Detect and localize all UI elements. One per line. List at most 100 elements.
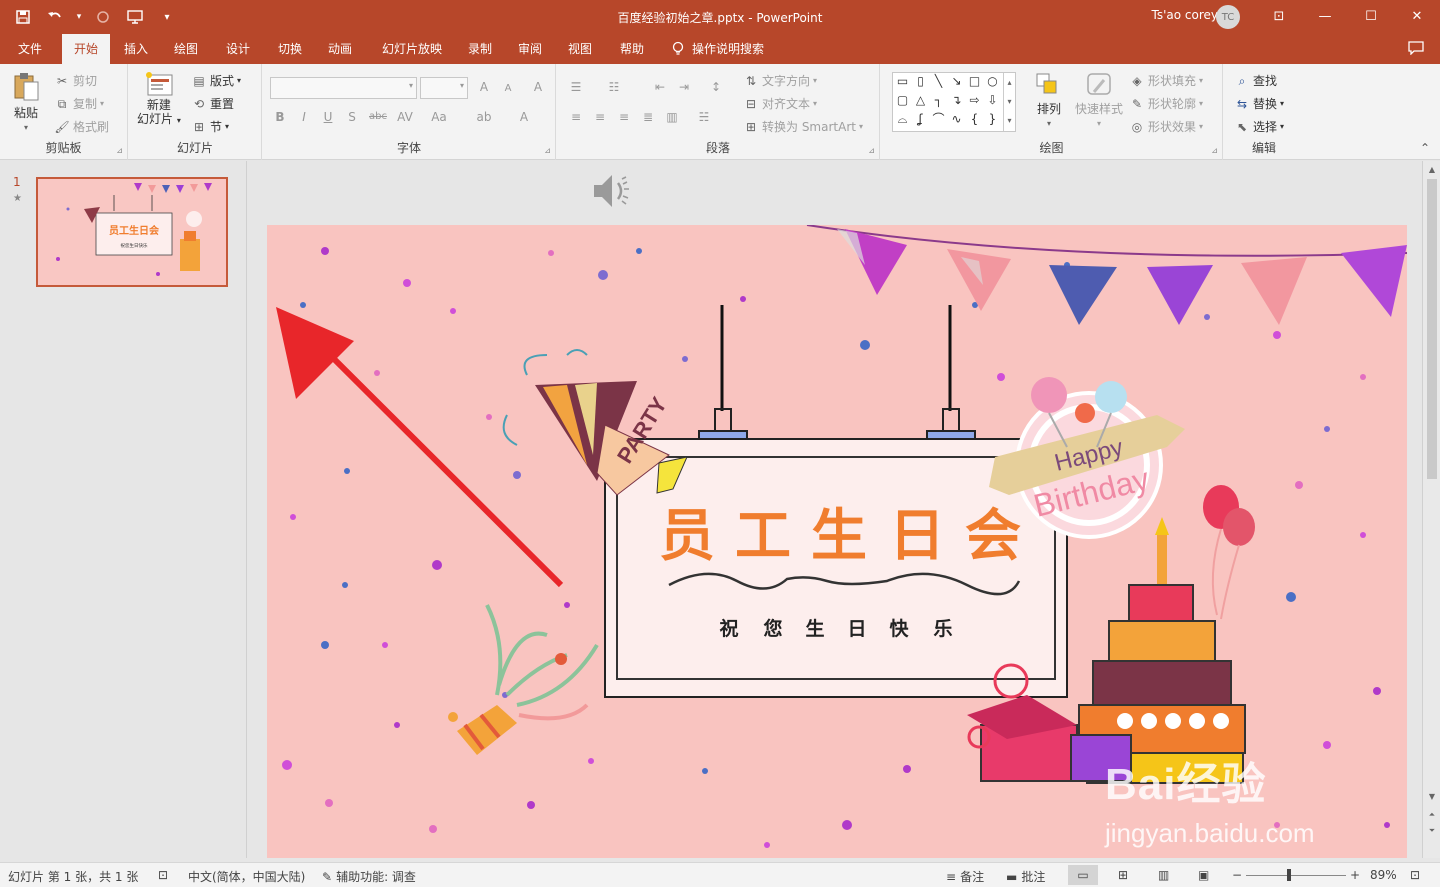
zoom-slider-thumb[interactable] bbox=[1287, 869, 1291, 881]
undo-dropdown-icon[interactable]: ▾ bbox=[74, 5, 84, 29]
paste-button[interactable]: 粘贴 ▾ bbox=[12, 72, 40, 132]
align-text-button[interactable]: ⊟ 对齐文本 ▾ bbox=[743, 95, 817, 112]
slide-sorter-icon[interactable]: ⊞ bbox=[1118, 868, 1128, 882]
paragraph-launcher-icon[interactable]: ⊿ bbox=[868, 146, 875, 155]
tab-draw[interactable]: 绘图 bbox=[166, 34, 206, 64]
textbox-shape-icon[interactable]: ▭ bbox=[895, 74, 910, 89]
user-name[interactable]: Ts'ao corey bbox=[1152, 8, 1219, 22]
arrange-button[interactable]: 排列 ▾ bbox=[1035, 72, 1063, 128]
increase-indent-icon[interactable]: ⇥ bbox=[675, 78, 693, 96]
strikethrough-icon[interactable]: abc bbox=[367, 108, 389, 126]
italic-icon[interactable]: I bbox=[295, 108, 313, 126]
quick-styles-button[interactable]: 快速样式 ▾ bbox=[1075, 72, 1123, 128]
down-arrow-shape-icon[interactable]: ⇩ bbox=[985, 93, 1000, 108]
columns-icon[interactable]: ☵ bbox=[695, 108, 713, 126]
copy-button[interactable]: ⧉ 复制 ▾ bbox=[54, 95, 104, 112]
start-presentation-icon[interactable] bbox=[122, 5, 148, 29]
tab-home[interactable]: 开始 bbox=[62, 34, 110, 64]
vertical-scrollbar[interactable]: ▲ ▼ ⏶ ⏷ bbox=[1422, 161, 1440, 858]
clear-format-icon[interactable]: A bbox=[529, 78, 547, 96]
zoom-slider[interactable] bbox=[1246, 875, 1346, 876]
tell-me-search[interactable]: 操作说明搜索 bbox=[672, 34, 764, 64]
char-spacing-icon[interactable]: AV bbox=[393, 108, 417, 126]
decrease-indent-icon[interactable]: ⇤ bbox=[651, 78, 669, 96]
align-center-icon[interactable]: ≡ bbox=[591, 108, 609, 126]
avatar[interactable]: TC bbox=[1216, 5, 1240, 29]
find-button[interactable]: ⌕ 查找 bbox=[1234, 72, 1277, 89]
redo-icon[interactable] bbox=[90, 5, 116, 29]
tab-insert[interactable]: 插入 bbox=[116, 34, 156, 64]
scroll-down-icon[interactable]: ▼ bbox=[1426, 791, 1438, 803]
grow-font-icon[interactable]: A bbox=[475, 78, 493, 96]
underline-icon[interactable]: U bbox=[319, 108, 337, 126]
collapse-ribbon-icon[interactable]: ⌃ bbox=[1420, 141, 1430, 155]
layout-button[interactable]: ▤ 版式 ▾ bbox=[191, 72, 241, 89]
reset-button[interactable]: ⟲ 重置 bbox=[191, 95, 234, 112]
curve-shape-icon[interactable]: ∿ bbox=[949, 112, 964, 127]
elbow-arrow-icon[interactable]: ↴ bbox=[949, 93, 964, 108]
accessibility-status[interactable]: ✎ 辅助功能: 调查 bbox=[322, 868, 416, 885]
tab-record[interactable]: 录制 bbox=[460, 34, 500, 64]
tab-transitions[interactable]: 切换 bbox=[270, 34, 310, 64]
notes-button[interactable]: ≡ 备注 bbox=[946, 868, 984, 885]
normal-view-icon[interactable]: ▭ bbox=[1068, 865, 1098, 885]
distributed-icon[interactable]: ▥ bbox=[663, 108, 681, 126]
font-color-icon[interactable]: A bbox=[515, 108, 533, 126]
zoom-level[interactable]: 89% bbox=[1370, 868, 1397, 882]
reading-view-icon[interactable]: ▥ bbox=[1158, 868, 1169, 882]
comments-icon[interactable] bbox=[1408, 41, 1424, 59]
line-spacing-icon[interactable]: ↕ bbox=[707, 78, 725, 96]
arrow-line-shape-icon[interactable]: ↘ bbox=[949, 74, 964, 89]
close-button[interactable]: ✕ bbox=[1394, 0, 1440, 32]
font-name-combo[interactable]: ▾ bbox=[270, 77, 417, 99]
tab-review[interactable]: 审阅 bbox=[510, 34, 550, 64]
dialog-launcher-icon[interactable]: ⊿ bbox=[116, 146, 123, 155]
scrollbar-thumb[interactable] bbox=[1427, 179, 1437, 479]
tab-view[interactable]: 视图 bbox=[560, 34, 600, 64]
shape-effects-button[interactable]: ◎ 形状效果 ▾ bbox=[1129, 118, 1203, 135]
align-right-icon[interactable]: ≡ bbox=[615, 108, 633, 126]
font-size-combo[interactable]: ▾ bbox=[420, 77, 468, 99]
fit-to-window-icon[interactable]: ⊡ bbox=[1410, 868, 1420, 882]
scribble-shape-icon[interactable]: ʆ bbox=[913, 112, 928, 127]
shapes-gallery[interactable]: ▭ ▯ ╲ ↘ □ ○ ▢ △ ┐ ↴ ⇨ ⇩ ⌓ ʆ ⌒ ∿ { } ▴ ▾ ▾ bbox=[892, 72, 1016, 132]
numbering-icon[interactable]: ☷ bbox=[605, 78, 623, 96]
vertical-textbox-shape-icon[interactable]: ▯ bbox=[913, 74, 928, 89]
justify-icon[interactable]: ≣ bbox=[639, 108, 657, 126]
oval-shape-icon[interactable]: ○ bbox=[985, 74, 1000, 89]
new-slide-button[interactable]: 新建 幻灯片 ▾ bbox=[137, 70, 181, 128]
previous-slide-icon[interactable]: ⏶ bbox=[1426, 809, 1438, 821]
select-button[interactable]: ⬉ 选择 ▾ bbox=[1234, 118, 1284, 135]
bold-icon[interactable]: B bbox=[271, 108, 289, 126]
undo-icon[interactable] bbox=[42, 5, 68, 29]
tab-animations[interactable]: 动画 bbox=[320, 34, 360, 64]
replace-button[interactable]: ⇆ 替换 ▾ bbox=[1234, 95, 1284, 112]
minimize-button[interactable]: — bbox=[1302, 0, 1348, 32]
zoom-in-icon[interactable]: + bbox=[1350, 868, 1360, 882]
tab-help[interactable]: 帮助 bbox=[612, 34, 652, 64]
change-case-icon[interactable]: Aa bbox=[427, 108, 451, 126]
format-painter-button[interactable]: 🖌 格式刷 bbox=[54, 118, 109, 135]
slide-thumbnail[interactable]: 员工生日会 祝您生日快乐 bbox=[36, 177, 228, 287]
highlight-icon[interactable]: ab bbox=[473, 108, 495, 126]
font-launcher-icon[interactable]: ⊿ bbox=[544, 146, 551, 155]
convert-smartart-button[interactable]: ⊞ 转换为 SmartArt ▾ bbox=[743, 118, 863, 135]
right-arrow-shape-icon[interactable]: ⇨ bbox=[967, 93, 982, 108]
cut-button[interactable]: ✂ 剪切 bbox=[54, 72, 97, 89]
scroll-up-icon[interactable]: ▲ bbox=[1426, 164, 1438, 176]
arc-shape-icon[interactable]: ⌒ bbox=[931, 112, 946, 127]
rounded-rect-shape-icon[interactable]: ▢ bbox=[895, 93, 910, 108]
tab-slideshow[interactable]: 幻灯片放映 bbox=[374, 34, 450, 64]
shrink-font-icon[interactable]: A bbox=[499, 80, 517, 98]
align-left-icon[interactable]: ≡ bbox=[567, 108, 585, 126]
comments-button[interactable]: ▬ 批注 bbox=[1006, 868, 1045, 885]
save-icon[interactable] bbox=[10, 5, 36, 29]
gallery-scroll-icon[interactable]: ▴ ▾ ▾ bbox=[1003, 73, 1015, 131]
freeform-shape-icon[interactable]: ⌓ bbox=[895, 112, 910, 127]
line-shape-icon[interactable]: ╲ bbox=[931, 74, 946, 89]
drawing-launcher-icon[interactable]: ⊿ bbox=[1211, 146, 1218, 155]
tab-design[interactable]: 设计 bbox=[218, 34, 258, 64]
text-direction-button[interactable]: ⇅ 文字方向 ▾ bbox=[743, 72, 817, 89]
shape-outline-button[interactable]: ✎ 形状轮廓 ▾ bbox=[1129, 95, 1203, 112]
zoom-out-icon[interactable]: − bbox=[1232, 868, 1242, 882]
